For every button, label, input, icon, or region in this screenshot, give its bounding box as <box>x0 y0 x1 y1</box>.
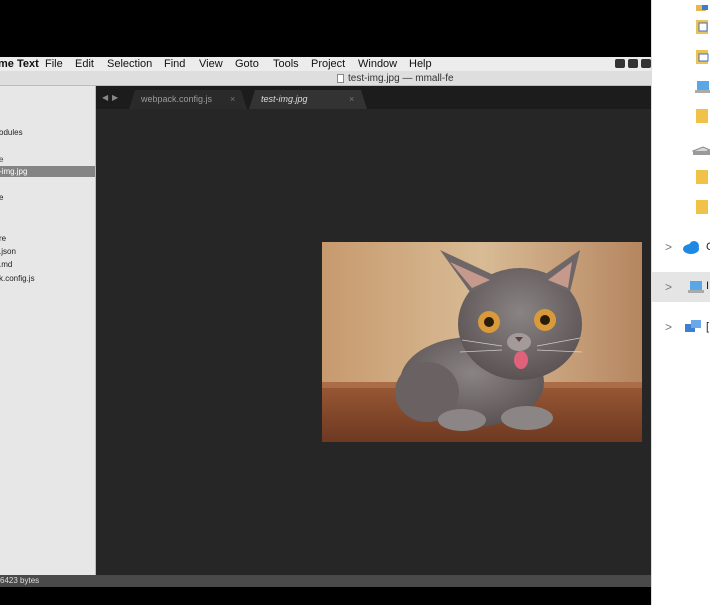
status-tray <box>615 59 651 68</box>
tab-label: test-img.jpg <box>261 94 308 104</box>
menu-tools[interactable]: Tools <box>273 57 299 71</box>
close-icon[interactable]: × <box>349 90 354 109</box>
menu-bar: me Text File Edit Selection Find View Go… <box>0 57 651 71</box>
explorer-row[interactable] <box>652 0 710 11</box>
status-bar: 6423 bytes <box>0 575 651 587</box>
tab-back-icon[interactable]: ◀ <box>102 93 108 102</box>
sidebar-item[interactable]: k.config.js <box>0 273 95 284</box>
menu-selection[interactable]: Selection <box>107 57 152 71</box>
tab-webpack-config[interactable]: webpack.config.js × <box>129 90 247 109</box>
bottom-edge <box>0 587 651 605</box>
chevron-right-icon[interactable]: > <box>665 280 672 294</box>
chevron-right-icon[interactable]: > <box>665 240 672 254</box>
window-titlebar: test-img.jpg — mmall-fe <box>0 71 651 86</box>
menu-project[interactable]: Project <box>311 57 345 71</box>
sidebar-item[interactable]: .json <box>0 246 95 257</box>
this-pc-label: I <box>706 280 710 292</box>
menu-window[interactable]: Window <box>358 57 397 71</box>
menu-view[interactable]: View <box>199 57 223 71</box>
explorer-panel: > C > I > [ <box>651 0 710 605</box>
evernote-icon[interactable] <box>628 59 638 68</box>
status-file-size: 6423 bytes <box>0 576 40 585</box>
folder-icon[interactable] <box>652 198 710 216</box>
close-icon[interactable]: × <box>230 90 235 109</box>
tab-bar: ◀ ▶ webpack.config.js × test-img.jpg × <box>96 86 651 109</box>
menu-find[interactable]: Find <box>164 57 185 71</box>
pictures-icon[interactable] <box>652 48 710 66</box>
sidebar-item[interactable]: re <box>0 233 95 244</box>
onedrive-label: C <box>706 241 710 253</box>
menu-edit[interactable]: Edit <box>75 57 94 71</box>
tab-label: webpack.config.js <box>141 94 213 104</box>
app-name[interactable]: me Text <box>0 57 39 71</box>
screen-record-icon[interactable] <box>615 59 625 68</box>
cat-photo <box>322 242 642 442</box>
app-tray-icon[interactable] <box>641 59 651 68</box>
sidebar-item-selected[interactable]: -img.jpg <box>0 166 95 177</box>
sidebar-item[interactable]: odules <box>0 127 95 138</box>
sidebar-item[interactable]: .md <box>0 259 95 270</box>
menu-goto[interactable]: Goto <box>235 57 259 71</box>
chevron-right-icon[interactable]: > <box>665 320 672 334</box>
this-pc-row[interactable]: > I <box>652 272 710 302</box>
tab-test-img[interactable]: test-img.jpg × <box>249 90 367 109</box>
folder-icon[interactable] <box>652 107 710 125</box>
document-icon <box>337 74 344 83</box>
menu-file[interactable]: File <box>45 57 63 71</box>
menu-help[interactable]: Help <box>409 57 432 71</box>
sidebar-item[interactable]: e <box>0 154 95 165</box>
tab-forward-icon[interactable]: ▶ <box>112 93 118 102</box>
sidebar-item[interactable]: e <box>0 192 95 203</box>
folder-icon[interactable] <box>652 168 710 186</box>
window-title: test-img.jpg — mmall-fe <box>348 73 454 84</box>
drive-icon[interactable] <box>652 145 710 159</box>
sidebar: odules e -img.jpg e re .json .md k.confi… <box>0 86 96 575</box>
network-label: [ <box>706 321 710 333</box>
onedrive-row[interactable]: > C <box>652 238 710 258</box>
image-preview <box>322 242 642 442</box>
this-pc-icon[interactable] <box>652 78 710 96</box>
network-row[interactable]: > [ <box>652 318 710 338</box>
documents-icon[interactable] <box>652 18 710 36</box>
